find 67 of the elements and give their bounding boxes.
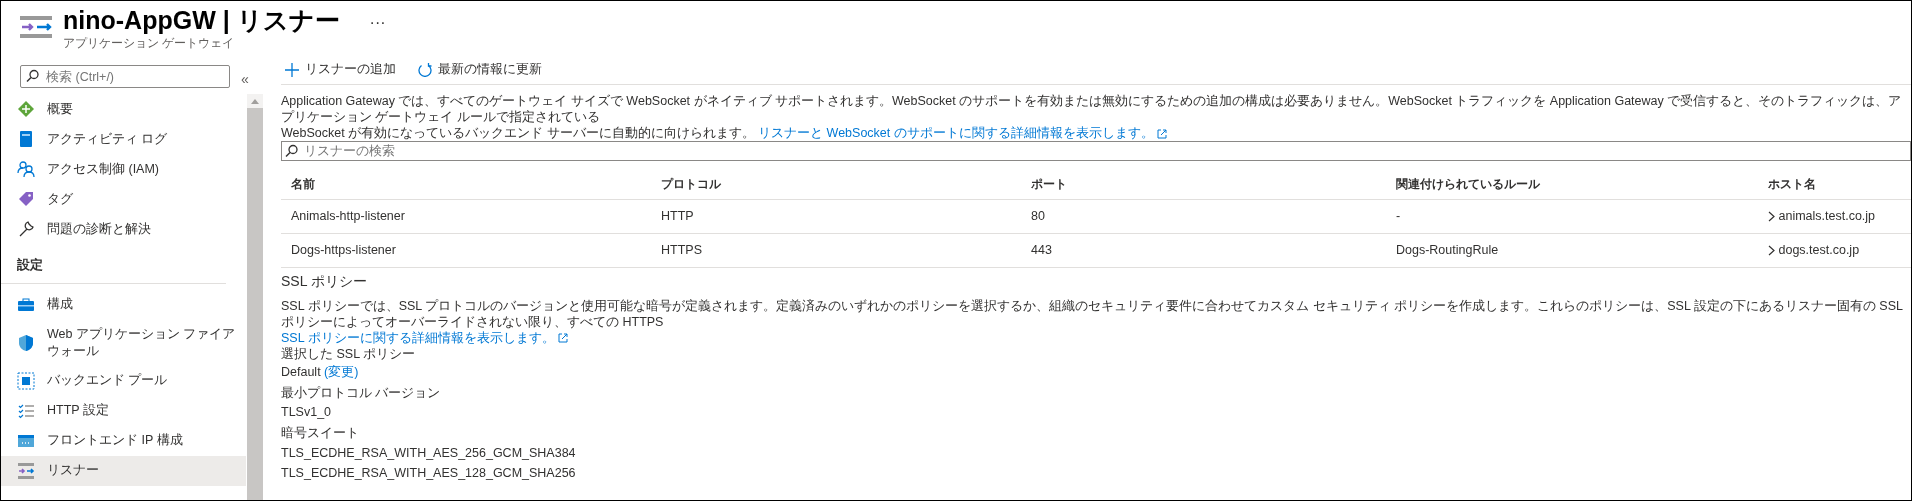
cipher-text: TLS_ECDHE_RSA_WITH_AES_128_GCM_SHA256 xyxy=(281,464,577,481)
sidebar-item[interactable]: HTTP 設定 xyxy=(1,395,246,426)
sidebar-item[interactable]: 構成 xyxy=(1,289,246,320)
field-value: Default xyxy=(281,364,321,379)
toolbar-button[interactable]: 最新の情報に更新 xyxy=(414,63,546,79)
field-label: 選択した SSL ポリシー xyxy=(281,345,417,362)
table-cell: HTTP xyxy=(651,199,1021,234)
search-field[interactable]: 検索 (Ctrl+/) xyxy=(20,65,230,88)
table-cell: animals.test.co.jp xyxy=(1778,209,1876,223)
table-cell: 80 xyxy=(1021,199,1386,234)
column-header: プロトコル xyxy=(651,169,1021,200)
table-cell: - xyxy=(1386,199,1758,234)
info-link[interactable]: SSL ポリシーに関する詳細情報を表示します。 xyxy=(281,330,555,345)
sidebar-item[interactable]: タグ xyxy=(1,184,246,214)
table-cell: Animals-http-listener xyxy=(281,199,651,234)
external-link-icon xyxy=(558,333,569,344)
section-heading: 設定 xyxy=(16,257,44,274)
tag-icon xyxy=(17,190,35,208)
more-button[interactable]: ··· xyxy=(369,11,386,35)
info-link[interactable]: リスナーと WebSocket のサポートに関する詳細情報を表示します。 xyxy=(758,126,1154,140)
section-heading: SSL ポリシー xyxy=(281,271,368,291)
sidebar-item[interactable]: バックエンド プール xyxy=(1,365,246,396)
refresh-icon xyxy=(418,63,432,77)
table-cell: HTTPS xyxy=(651,233,1021,267)
external-link-icon xyxy=(1157,128,1168,139)
column-header: ホスト名 xyxy=(1758,169,1911,200)
listener-icon xyxy=(17,461,35,480)
page-subtitle: アプリケーション ゲートウェイ xyxy=(63,35,236,51)
column-header: 関連付けられているルール xyxy=(1386,169,1758,200)
plus-icon xyxy=(285,63,299,77)
sidebar-item[interactable]: リスナー xyxy=(1,455,246,486)
scroll-up-arrow-icon xyxy=(251,98,259,104)
sidebar-item[interactable]: フロントエンド IP 構成 xyxy=(1,425,246,456)
chevron-right-icon xyxy=(1768,244,1775,256)
sidebar-item[interactable]: 問題の診断と解決 xyxy=(1,214,246,244)
table-cell: Dogs-RoutingRule xyxy=(1386,233,1758,267)
sidebar-item[interactable]: アクティビティ ログ xyxy=(1,124,246,154)
sidebar-item[interactable]: Web アプリケーション ファイアウォール xyxy=(1,319,246,366)
table-cell: dogs.test.co.jp xyxy=(1778,242,1860,257)
field-label: 最小プロトコル バージョン xyxy=(281,384,442,401)
description-text: SSL ポリシーでは、SSL プロトコルのバージョンと使用可能な暗号が定義されます。定義済みのいずれかのポリシーを選択するか、組織のセキュリティ要件に合わせてカスタム セキュリティ ポリシーを作成します。これらのポリシーは、SSL 設定の下にあるリスナー固有の SSL ポリシーによってオーバーライドされない限り、すべての HTTPS xyxy=(281,297,1904,330)
info-text: WebSocket が有効になっているバックエンド サーバーに自動的に向けられます。 xyxy=(281,126,755,140)
column-header: 名前 xyxy=(281,169,651,200)
search-field[interactable]: リスナーの検索 xyxy=(281,141,1911,161)
people-icon xyxy=(17,160,35,178)
info-text: Application Gateway では、すべてのゲートウェイ サイズで WebSocket がネイティブ サポートされます。WebSocket のサポートを有効または無効にするための追加の構成は必要ありません。WebSocket トラフィックを Application Gateway で受信すると、そのトラフィックは、アプリケーション ゲートウェイ ルールで指定されている xyxy=(281,94,1902,124)
chevron-right-icon xyxy=(1768,211,1775,223)
table-cell: Dogs-https-listener xyxy=(281,233,651,267)
search-icon xyxy=(26,69,40,83)
toolbar-button[interactable]: リスナーの追加 xyxy=(281,63,400,79)
sidebar-item[interactable]: アクセス制御 (IAM) xyxy=(1,154,246,184)
field-label: 暗号スイート xyxy=(281,424,360,441)
sidebar-item[interactable]: 概要 xyxy=(1,94,246,124)
field-value: TLSv1_0 xyxy=(281,403,333,420)
table-cell: 443 xyxy=(1021,233,1386,267)
shield-icon xyxy=(17,333,35,352)
change-link[interactable]: (変更) xyxy=(324,364,359,379)
page-title: nino-AppGW | リスナー xyxy=(63,7,340,35)
toolbox-icon xyxy=(17,295,35,314)
cipher-text: TLS_ECDHE_RSA_WITH_AES_256_GCM_SHA384 xyxy=(281,444,577,461)
column-header: ポート xyxy=(1021,169,1386,200)
pool-icon xyxy=(17,371,35,390)
book-icon xyxy=(17,130,35,148)
gateway-icon xyxy=(19,15,53,39)
diamond-icon xyxy=(17,100,35,118)
search-icon xyxy=(285,144,299,158)
collapse-button[interactable]: « xyxy=(241,69,249,90)
